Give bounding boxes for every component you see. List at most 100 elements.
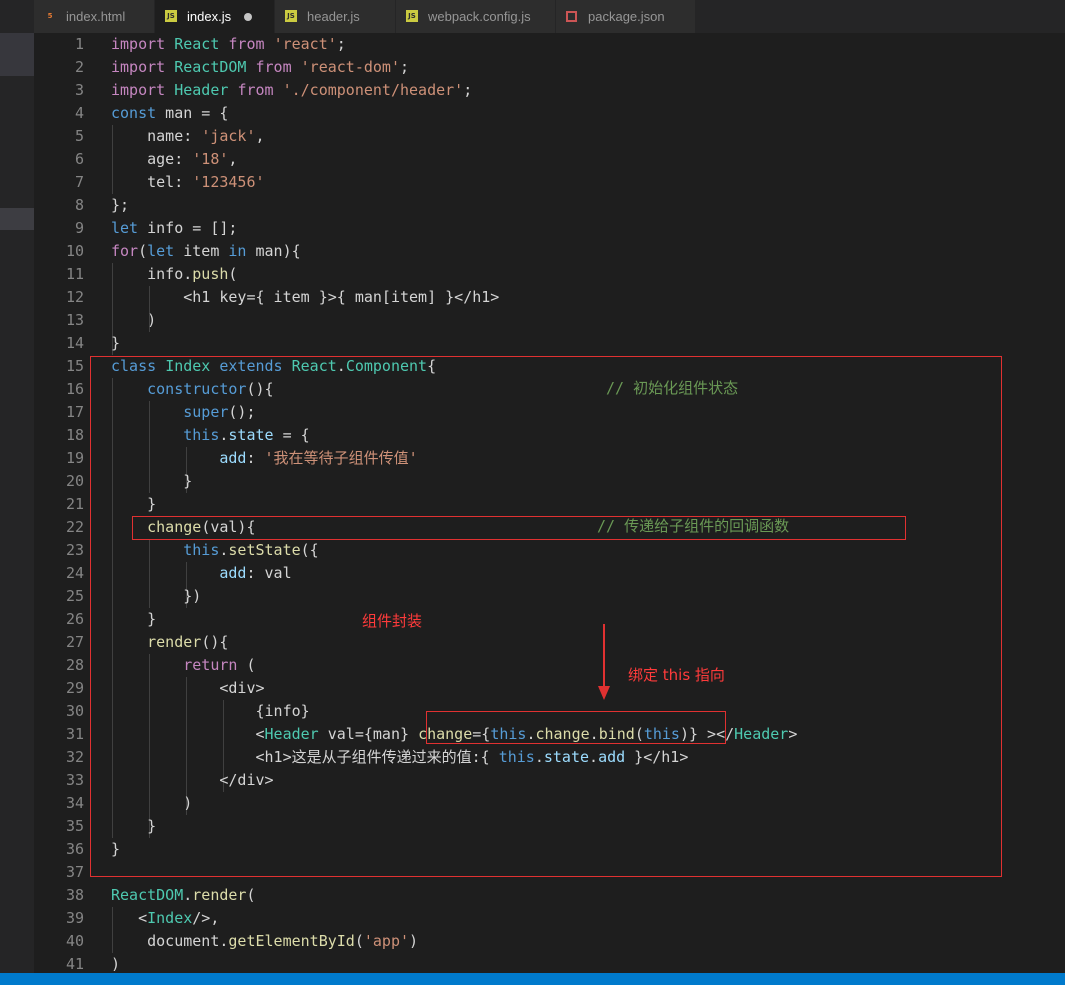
line-number: 19 [65,449,84,467]
line-number: 11 [65,265,84,283]
tab-label: webpack.config.js [428,9,531,24]
line-text[interactable]: info.push( [111,263,237,286]
code-line[interactable]: 14} [34,332,1065,355]
line-number: 4 [74,104,84,122]
line-number: 2 [74,58,84,76]
line-number: 8 [74,196,84,214]
line-text[interactable]: import ReactDOM from 'react-dom'; [111,56,409,79]
code-line[interactable]: 9 let info = []; [34,217,1065,240]
html-file-icon: 5 [47,12,53,20]
tab-index-js[interactable]: JS index.js [155,0,275,33]
line-text[interactable]: tel: '123456' [111,171,264,194]
component-wrap-box [90,356,1002,877]
line-number: 10 [65,242,84,260]
annotation-wrap: 组件封装 [362,612,423,630]
line-number: 36 [65,840,84,858]
line-text[interactable]: <Index/>, [111,907,219,930]
bind-highlight-box [426,711,726,744]
line-number: 25 [65,587,84,605]
line-number: 38 [65,886,84,904]
tab-bar-spacer [0,0,34,33]
line-number: 32 [65,748,84,766]
line-text[interactable]: } [111,332,120,355]
line-text[interactable]: import Header from './component/header'; [111,79,472,102]
code-line[interactable]: 5 name: 'jack', [34,125,1065,148]
line-number: 34 [65,794,84,812]
line-number: 16 [65,380,84,398]
line-number: 3 [74,81,84,99]
code-line[interactable]: 8}; [34,194,1065,217]
line-number: 6 [74,150,84,168]
unsaved-dot-icon[interactable] [244,13,252,21]
code-line[interactable]: 7 tel: '123456' [34,171,1065,194]
tab-index-html[interactable]: 5 index.html [34,0,155,33]
code-line[interactable]: 3 import Header from './component/header'… [34,79,1065,102]
line-text[interactable]: <h1 key={ item }>{ man[item] }</h1> [111,286,499,309]
line-text[interactable]: age: '18', [111,148,237,171]
line-number: 5 [74,127,84,145]
tab-header-js[interactable]: JS header.js [275,0,396,33]
line-number: 40 [65,932,84,950]
tab-webpack-config-js[interactable]: JS webpack.config.js [396,0,556,33]
code-line[interactable]: 10 for(let item in man){ [34,240,1065,263]
line-number: 21 [65,495,84,513]
code-line[interactable]: 13 ) [34,309,1065,332]
tab-label: index.html [66,9,126,24]
status-bar [0,973,1065,985]
line-text[interactable]: document.getElementById('app') [111,930,418,953]
callback-highlight-box [132,516,906,540]
line-number: 13 [65,311,84,329]
line-number: 20 [65,472,84,490]
line-number: 12 [65,288,84,306]
line-number: 37 [65,863,84,881]
line-number: 7 [74,173,84,191]
line-text[interactable]: ReactDOM.render( [111,884,256,907]
line-text[interactable]: ) [111,309,156,332]
line-number: 18 [65,426,84,444]
tab-label: package.json [588,9,665,24]
code-line[interactable]: 2 import ReactDOM from 'react-dom'; [34,56,1065,79]
line-number: 28 [65,656,84,674]
line-number: 23 [65,541,84,559]
js-file-icon: JS [165,10,177,22]
line-number: 9 [74,219,84,237]
line-number: 14 [65,334,84,352]
line-number: 30 [65,702,84,720]
line-number: 26 [65,610,84,628]
line-text[interactable]: name: 'jack', [111,125,264,148]
left-sidebar-strip [0,33,34,973]
line-number: 17 [65,403,84,421]
line-text[interactable]: import React from 'react'; [111,33,346,56]
line-number: 1 [74,35,84,53]
sidebar-highlight [0,33,34,76]
line-text[interactable]: const man = { [111,102,228,125]
line-number: 29 [65,679,84,697]
code-line[interactable]: 1 import React from 'react'; [34,33,1065,56]
js-file-icon: JS [285,10,297,22]
annotation-bind: 绑定 this 指向 [628,666,725,684]
code-line[interactable]: 6 age: '18', [34,148,1065,171]
code-line[interactable]: 38 ReactDOM.render( [34,884,1065,907]
line-text[interactable]: let info = []; [111,217,237,240]
line-text[interactable]: }; [111,194,129,217]
line-text[interactable]: for(let item in man){ [111,240,301,263]
tab-label: index.js [187,9,232,24]
js-file-icon: JS [406,10,418,22]
line-number: 24 [65,564,84,582]
code-line[interactable]: 39 <Index/>, [34,907,1065,930]
line-number: 15 [65,357,84,375]
down-arrow-icon [598,624,610,700]
code-line[interactable]: 12 <h1 key={ item }>{ man[item] }</h1> [34,286,1065,309]
sidebar-highlight [0,208,34,230]
line-number: 22 [65,518,84,536]
code-line[interactable]: 40 document.getElementById('app') [34,930,1065,953]
line-number: 35 [65,817,84,835]
json-file-icon [566,11,577,22]
editor-tab-bar: 5 index.html JS index.js JS header.js JS… [0,0,1065,33]
code-line[interactable]: 11 info.push( [34,263,1065,286]
line-number: 39 [65,909,84,927]
line-number: 31 [65,725,84,743]
tab-package-json[interactable]: package.json [556,0,696,33]
line-number: 33 [65,771,84,789]
code-line[interactable]: 4 const man = { [34,102,1065,125]
